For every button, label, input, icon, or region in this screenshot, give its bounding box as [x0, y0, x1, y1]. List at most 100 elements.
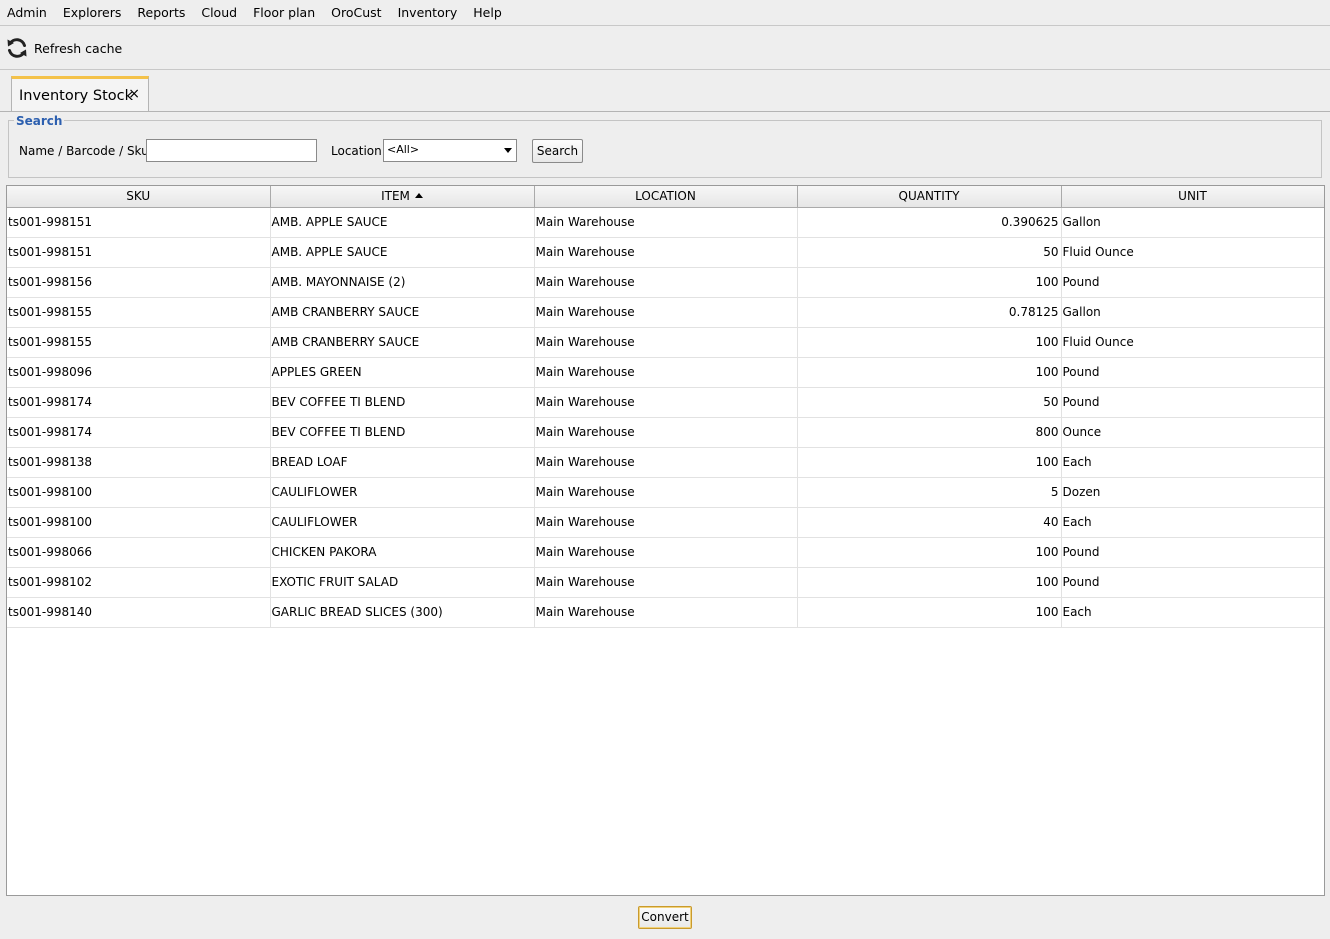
close-icon[interactable]: × [128, 86, 140, 102]
table-row[interactable]: ts001-998151 AMB. APPLE SAUCE Main Warehou… [7, 237, 1324, 268]
inventory-table[interactable]: SKU ITEM LOCATION QUANTITY UNIT ts001-998151… [6, 185, 1325, 896]
cell-unit: Pound [1061, 537, 1324, 568]
table-row[interactable]: ts001-998138 BREAD LOAF Main Warehouse 100 E… [7, 447, 1324, 478]
cell-sku: ts001-998100 [7, 477, 271, 508]
cell-location: Main Warehouse [534, 267, 798, 298]
cell-unit: Each [1061, 447, 1324, 478]
cell-item: CHICKEN PAKORA [270, 537, 535, 568]
column-header-unit[interactable]: UNIT [1061, 186, 1324, 208]
tab-title: Inventory Stock [19, 87, 133, 104]
cell-item: GARLIC BREAD SLICES (300) [270, 597, 535, 628]
menu-cloud[interactable]: Cloud [193, 0, 245, 26]
menu-inventory[interactable]: Inventory [390, 0, 466, 26]
table-row[interactable]: ts001-998100 CAULIFLOWER Main Warehouse 5 Do… [7, 477, 1324, 508]
cell-item: AMB. APPLE SAUCE [270, 237, 535, 268]
cell-item: BREAD LOAF [270, 447, 535, 478]
cell-quantity: 5 [797, 477, 1062, 508]
cell-location: Main Warehouse [534, 357, 798, 388]
menu-help[interactable]: Help [465, 0, 510, 26]
cell-quantity: 0.390625 [797, 207, 1062, 238]
cell-quantity: 100 [797, 447, 1062, 478]
cell-unit: Gallon [1061, 297, 1324, 328]
cell-sku: ts001-998096 [7, 357, 271, 388]
cell-quantity: 50 [797, 237, 1062, 268]
refresh-icon [7, 38, 27, 58]
cell-location: Main Warehouse [534, 387, 798, 418]
cell-unit: Pound [1061, 387, 1324, 418]
column-header-label: LOCATION [635, 189, 696, 204]
cell-location: Main Warehouse [534, 207, 798, 238]
column-header-quantity[interactable]: QUANTITY [797, 186, 1062, 208]
cell-item: CAULIFLOWER [270, 477, 535, 508]
cell-unit: Pound [1061, 567, 1324, 598]
cell-sku: ts001-998174 [7, 387, 271, 418]
cell-location: Main Warehouse [534, 597, 798, 628]
convert-button[interactable]: Convert [638, 906, 692, 929]
cell-location: Main Warehouse [534, 507, 798, 538]
table-header-row: SKU ITEM LOCATION QUANTITY UNIT [7, 186, 1324, 208]
cell-item: BEV COFFEE TI BLEND [270, 417, 535, 448]
chevron-down-icon [504, 148, 512, 153]
search-button[interactable]: Search [532, 139, 583, 163]
cell-unit: Each [1061, 507, 1324, 538]
search-panel: Search Name / Barcode / Sku: Location <A… [8, 114, 1322, 178]
menu-floor-plan[interactable]: Floor plan [245, 0, 323, 26]
table-row[interactable]: ts001-998174 BEV COFFEE TI BLEND Main Ware… [7, 417, 1324, 448]
cell-item: BEV COFFEE TI BLEND [270, 387, 535, 418]
table-row[interactable]: ts001-998151 AMB. APPLE SAUCE Main Warehou… [7, 207, 1324, 238]
search-legend: Search [14, 114, 65, 128]
table-body: ts001-998151 AMB. APPLE SAUCE Main Warehou… [7, 207, 1324, 628]
cell-sku: ts001-998102 [7, 567, 271, 598]
cell-quantity: 100 [797, 537, 1062, 568]
table-row[interactable]: ts001-998100 CAULIFLOWER Main Warehouse 40 E… [7, 507, 1324, 538]
cell-item: CAULIFLOWER [270, 507, 535, 538]
cell-quantity: 50 [797, 387, 1062, 418]
column-header-item[interactable]: ITEM [270, 186, 535, 208]
cell-sku: ts001-998151 [7, 207, 271, 238]
location-select[interactable]: <All> [383, 139, 517, 162]
cell-item: EXOTIC FRUIT SALAD [270, 567, 535, 598]
cell-sku: ts001-998155 [7, 297, 271, 328]
table-row[interactable]: ts001-998140 GARLIC BREAD SLICES (300) Mai… [7, 597, 1324, 628]
cell-location: Main Warehouse [534, 537, 798, 568]
cell-item: AMB CRANBERRY SAUCE [270, 327, 535, 358]
table-row[interactable]: ts001-998155 AMB CRANBERRY SAUCE Main Ware… [7, 327, 1324, 358]
column-header-location[interactable]: LOCATION [534, 186, 798, 208]
menu-reports[interactable]: Reports [129, 0, 193, 26]
cell-item: AMB. MAYONNAISE (2) [270, 267, 535, 298]
column-header-sku[interactable]: SKU [7, 186, 271, 208]
name-barcode-sku-input[interactable] [146, 139, 317, 162]
tab-inventory-stock[interactable]: Inventory Stock × [11, 76, 149, 112]
table-row[interactable]: ts001-998066 CHICKEN PAKORA Main Warehouse… [7, 537, 1324, 568]
column-header-label: QUANTITY [898, 189, 960, 204]
cell-unit: Pound [1061, 357, 1324, 388]
cell-location: Main Warehouse [534, 237, 798, 268]
cell-item: APPLES GREEN [270, 357, 535, 388]
menu-admin[interactable]: Admin [0, 0, 55, 26]
cell-item: AMB. APPLE SAUCE [270, 207, 535, 238]
cell-quantity: 100 [797, 597, 1062, 628]
toolbar: Refresh cache [0, 27, 1330, 70]
cell-unit: Gallon [1061, 207, 1324, 238]
menu-bar: Admin Explorers Reports Cloud Floor plan OroC… [0, 0, 1330, 26]
menu-orocust[interactable]: OroCust [323, 0, 389, 26]
cell-sku: ts001-998156 [7, 267, 271, 298]
cell-unit: Each [1061, 597, 1324, 628]
menu-explorers[interactable]: Explorers [55, 0, 130, 26]
cell-location: Main Warehouse [534, 297, 798, 328]
cell-unit: Pound [1061, 267, 1324, 298]
cell-unit: Ounce [1061, 417, 1324, 448]
location-select-value: <All> [387, 143, 420, 156]
table-row[interactable]: ts001-998096 APPLES GREEN Main Warehouse 10… [7, 357, 1324, 388]
refresh-cache-button[interactable]: Refresh cache [5, 34, 122, 62]
cell-item: AMB CRANBERRY SAUCE [270, 297, 535, 328]
table-row[interactable]: ts001-998156 AMB. MAYONNAISE (2) Main Ware… [7, 267, 1324, 298]
table-row[interactable]: ts001-998174 BEV COFFEE TI BLEND Main Ware… [7, 387, 1324, 418]
refresh-cache-label: Refresh cache [34, 40, 123, 56]
cell-quantity: 100 [797, 357, 1062, 388]
inventory-stock-panel: Search Name / Barcode / Sku: Location <A… [0, 111, 1330, 939]
location-label: Location [331, 144, 382, 158]
table-row[interactable]: ts001-998102 EXOTIC FRUIT SALAD Main Wareh… [7, 567, 1324, 598]
sort-ascending-icon [414, 193, 423, 199]
table-row[interactable]: ts001-998155 AMB CRANBERRY SAUCE Main Ware… [7, 297, 1324, 328]
